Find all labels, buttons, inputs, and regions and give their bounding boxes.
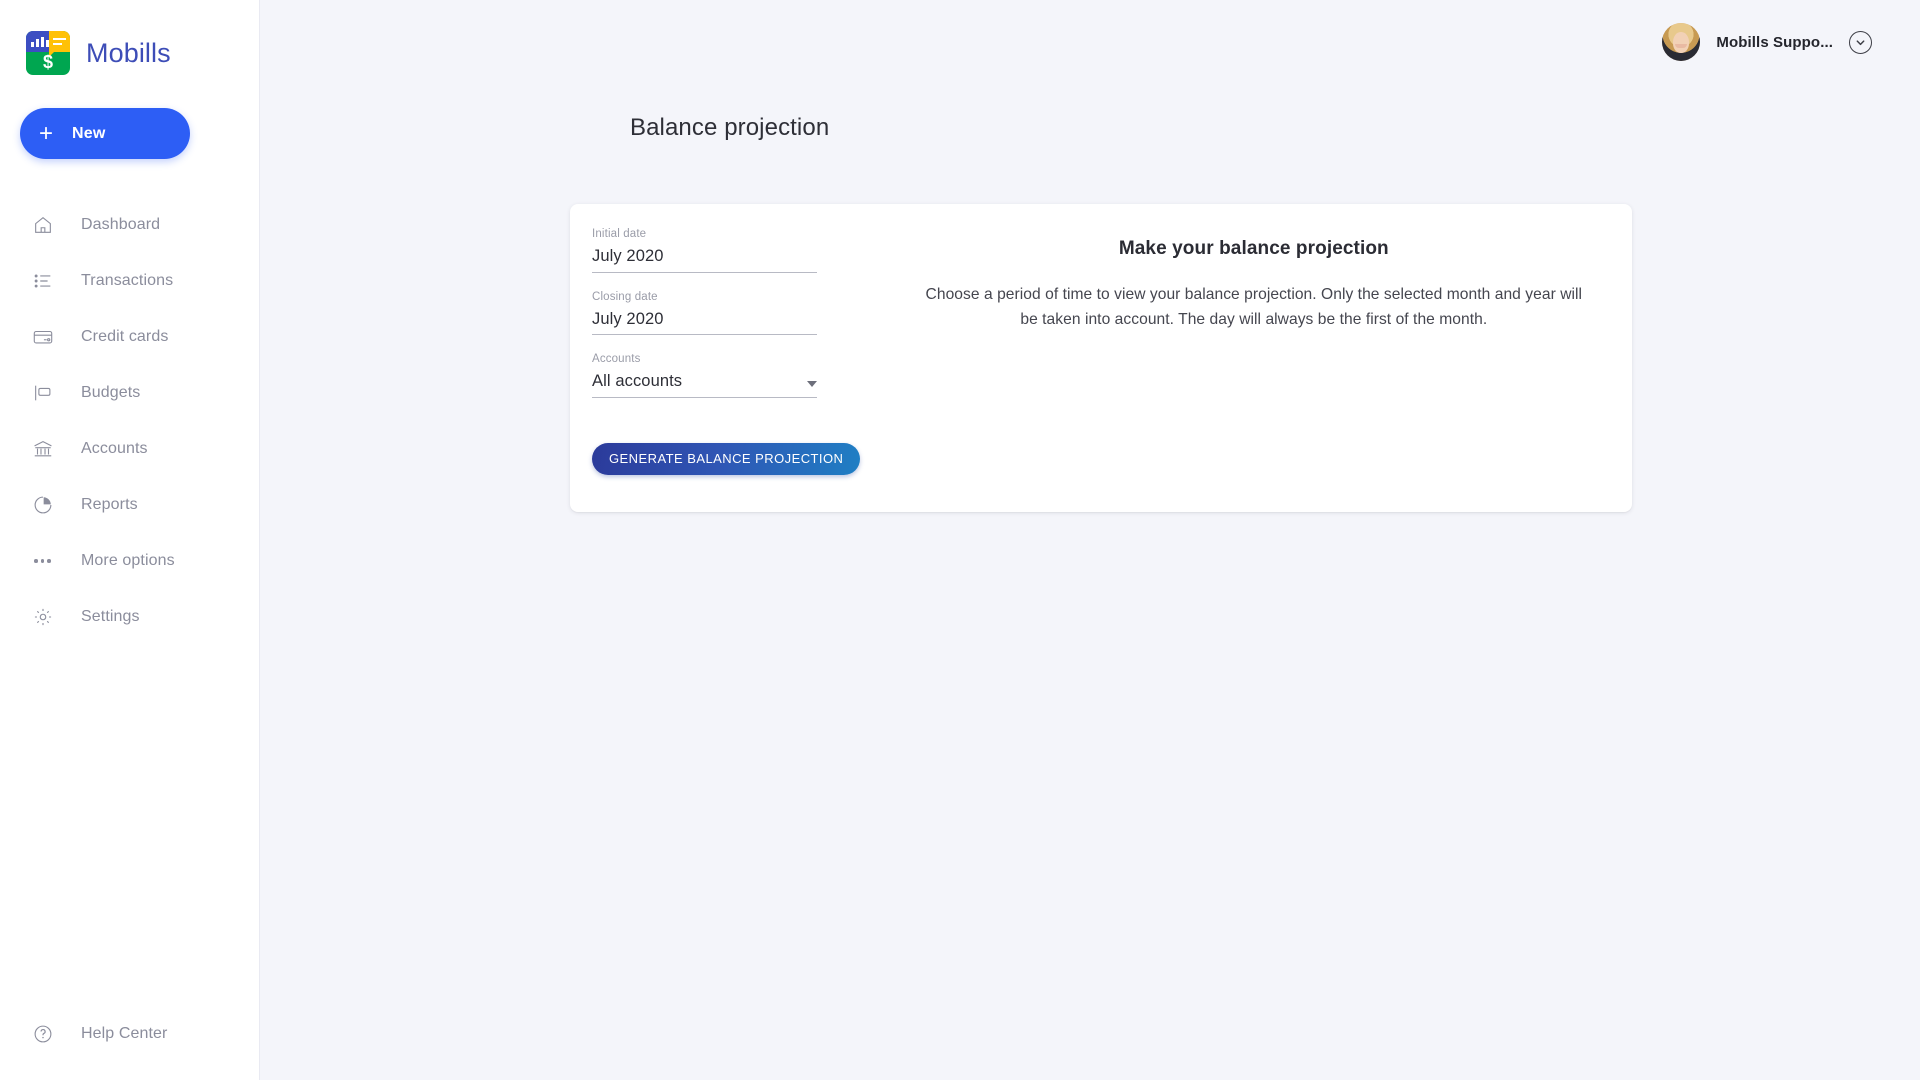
plus-icon: + [38, 119, 53, 147]
user-name: Mobills Suppo... [1716, 33, 1833, 51]
sidebar-item-settings[interactable]: Settings [0, 589, 259, 645]
ellipsis-icon [32, 549, 66, 573]
new-button-label: New [72, 124, 106, 142]
sidebar-nav: Dashboard Transactions Credit cards Budg… [0, 197, 259, 645]
caret-down-icon[interactable] [807, 380, 817, 387]
sidebar-footer-label: Help Center [81, 1025, 168, 1042]
sidebar-item-label: Accounts [81, 440, 148, 457]
sidebar-item-more-options[interactable]: More options [0, 533, 259, 589]
initial-date-field[interactable]: Initial date July 2020 [592, 228, 817, 273]
sidebar-item-accounts[interactable]: Accounts [0, 421, 259, 477]
accounts-select-value[interactable]: All accounts [592, 371, 682, 392]
closing-date-value[interactable]: July 2020 [592, 309, 664, 330]
info-panel-text: Choose a period of time to view your bal… [925, 286, 1583, 329]
sidebar-item-label: Transactions [81, 272, 174, 289]
sidebar-item-label: Credit cards [81, 328, 169, 345]
brand-name: Mobills [86, 37, 171, 68]
mobills-logo-icon: $ [26, 31, 70, 75]
user-menu[interactable]: Mobills Suppo... [1662, 23, 1872, 61]
sidebar-item-label: More options [81, 552, 175, 569]
avatar [1662, 23, 1701, 61]
chevron-down-icon[interactable] [1849, 30, 1872, 54]
field-label: Closing date [592, 290, 658, 303]
sidebar-item-label: Dashboard [81, 216, 161, 233]
generate-balance-projection-button[interactable]: GENERATE BALANCE PROJECTION [592, 442, 861, 475]
accounts-select[interactable]: Accounts All accounts [592, 353, 817, 398]
sidebar: $ Mobills + New Dashboard Transactions C… [0, 0, 260, 1080]
info-panel-title: Make your balance projection [1118, 238, 1389, 259]
sidebar-item-help-center[interactable]: Help Center [0, 1006, 259, 1062]
sidebar-item-budgets[interactable]: Budgets [0, 365, 259, 421]
app-root: $ Mobills + New Dashboard Transactions C… [0, 0, 1920, 1080]
sidebar-item-transactions[interactable]: Transactions [0, 253, 259, 309]
pie-chart-icon [32, 493, 66, 517]
sidebar-item-credit-cards[interactable]: Credit cards [0, 309, 259, 365]
initial-date-value[interactable]: July 2020 [592, 246, 664, 267]
projection-form: Initial date July 2020 Closing date July… [570, 204, 896, 512]
closing-date-field[interactable]: Closing date July 2020 [592, 291, 817, 336]
sidebar-item-dashboard[interactable]: Dashboard [0, 197, 259, 253]
new-button[interactable]: + New [20, 108, 190, 159]
bank-icon [32, 437, 66, 461]
page-title: Balance projection [630, 114, 830, 141]
question-mark-circle-icon [32, 1022, 66, 1046]
sidebar-item-label: Reports [81, 496, 138, 513]
field-label: Initial date [592, 228, 647, 240]
flag-icon [32, 381, 66, 405]
main-content: Mobills Suppo... Balance projection Init… [260, 0, 1920, 1080]
field-label: Accounts [592, 353, 641, 366]
sidebar-item-label: Settings [81, 608, 140, 625]
sidebar-footer: Help Center [0, 1006, 259, 1062]
gear-icon [32, 605, 66, 629]
brand[interactable]: $ Mobills [0, 0, 259, 84]
topbar: Mobills Suppo... [260, 0, 1920, 84]
sidebar-item-label: Budgets [81, 384, 141, 401]
sidebar-item-reports[interactable]: Reports [0, 477, 259, 533]
credit-card-icon [32, 325, 66, 349]
logo-dollar-glyph: $ [42, 52, 53, 72]
list-icon [32, 269, 66, 293]
info-panel: Make your balance projection Choose a pe… [896, 204, 1632, 512]
balance-projection-card: Initial date July 2020 Closing date July… [570, 204, 1632, 512]
home-icon [32, 213, 66, 237]
